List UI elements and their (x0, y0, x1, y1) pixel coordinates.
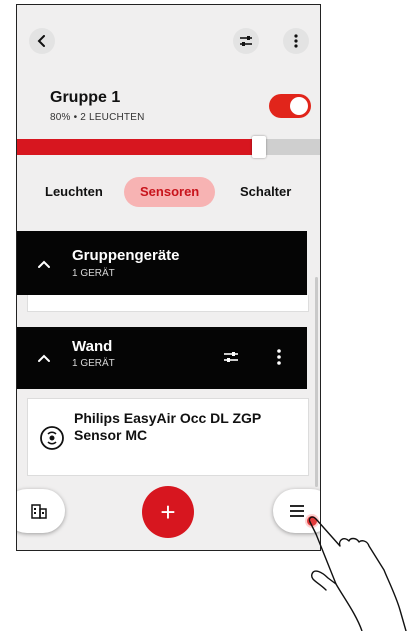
group-settings-button[interactable] (233, 28, 259, 54)
section-subtitle: 1 GERÄT (72, 358, 115, 369)
sliders-icon[interactable] (223, 351, 239, 363)
tab-sensoren[interactable]: Sensoren (124, 177, 216, 207)
brightness-slider[interactable] (17, 136, 320, 158)
building-icon (31, 504, 47, 519)
chevron-up-icon[interactable] (37, 257, 51, 271)
section-header-gruppengeraete[interactable]: Gruppengeräte 1 GERÄT (17, 231, 307, 295)
chevron-left-icon (37, 35, 45, 47)
back-button[interactable] (29, 28, 55, 54)
chevron-up-icon[interactable] (37, 351, 51, 365)
add-button[interactable]: + (142, 486, 194, 538)
top-bar (17, 5, 320, 73)
device-type-tabs: Leuchten Sensoren Schalter (17, 177, 320, 207)
scrollbar[interactable] (315, 277, 318, 487)
tab-schalter[interactable]: Schalter (224, 177, 307, 207)
collapsed-card-edge (27, 295, 309, 312)
brightness-slider-fill (17, 139, 260, 155)
group-title: Gruppe 1 (50, 89, 121, 106)
sensor-icon (40, 426, 64, 450)
section-title: Gruppengeräte (72, 247, 180, 264)
more-vertical-icon[interactable] (275, 348, 283, 366)
more-options-button[interactable] (283, 28, 309, 54)
section-title: Wand (72, 338, 113, 355)
group-subtitle: 80% • 2 LEUCHTEN (50, 112, 145, 123)
brightness-slider-thumb[interactable] (252, 136, 267, 158)
sensor-card[interactable]: Philips EasyAir Occ DL ZGP Sensor MC (27, 398, 309, 476)
plus-icon: + (160, 496, 176, 527)
pointing-hand-icon (308, 516, 407, 631)
rooms-button[interactable] (17, 489, 65, 533)
app-screen: Gruppe 1 80% • 2 LEUCHTEN Leuchten Senso… (16, 4, 321, 551)
tab-leuchten[interactable]: Leuchten (29, 177, 119, 207)
sensor-name: Philips EasyAir Occ DL ZGP Sensor MC (74, 410, 261, 443)
sliders-icon (240, 36, 252, 46)
more-vertical-icon (294, 34, 298, 48)
group-power-toggle[interactable] (269, 94, 311, 118)
section-subtitle: 1 GERÄT (72, 268, 115, 279)
toggle-knob (290, 97, 308, 115)
section-header-wand[interactable]: Wand 1 GERÄT (17, 327, 307, 389)
